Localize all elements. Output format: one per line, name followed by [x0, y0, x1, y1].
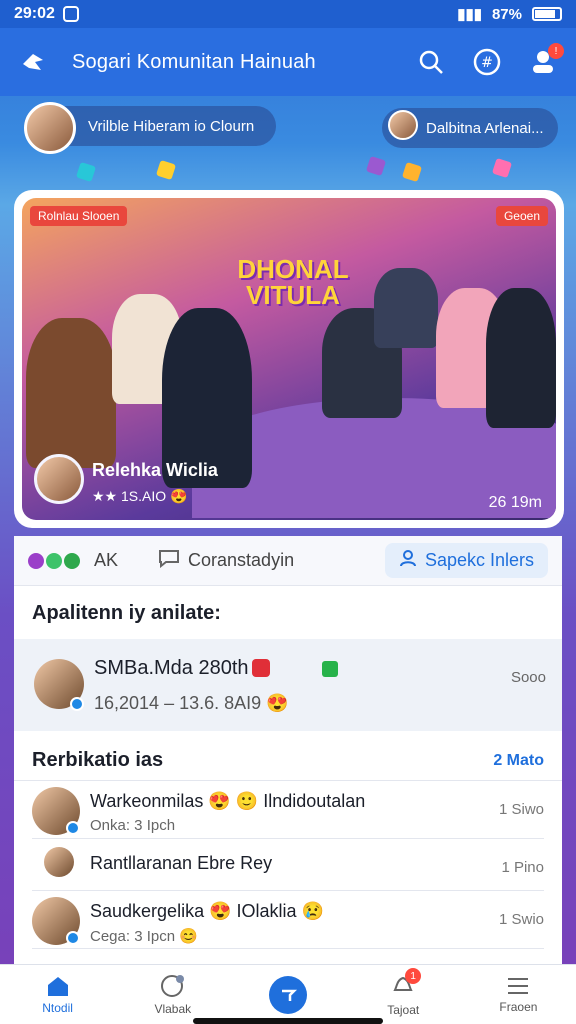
user-pill-label: Dalbitna Arlenai... — [426, 119, 544, 137]
nav-messages[interactable]: Vlabak — [115, 965, 230, 1024]
notifications-title: Rerbikatio ias — [32, 749, 164, 771]
chat-icon — [160, 974, 184, 997]
list-item[interactable]: Rantllaranan Ebre Rey 1 Pino — [32, 839, 544, 891]
feature-author-avatar[interactable] — [34, 454, 84, 504]
nav-notifications[interactable]: 1 Tajoat — [346, 965, 461, 1024]
bottom-nav: Ntodil Vlabak 1 Tajoat Fraoen — [0, 964, 576, 1024]
status-time: 29:02 — [14, 5, 55, 22]
see-more-link[interactable]: 2 Mato — [493, 752, 544, 770]
list-item[interactable]: Warkeonmilas 😍 🙂 Ilndidoutalan Onka: 3 I… — [32, 781, 544, 839]
app-title: Sogari Komunitan Hainuah — [72, 50, 316, 73]
tag-right: Geoen — [495, 206, 548, 226]
nav-messages-label: Vlabak — [154, 1001, 192, 1016]
battery-icon — [532, 7, 562, 21]
list-item-sub: Cega: 3 Ipcn 😊 — [90, 928, 198, 945]
create-icon — [269, 975, 307, 1014]
user-avatar[interactable] — [388, 110, 418, 140]
reactions-button[interactable]: AK — [28, 550, 118, 571]
feature-card[interactable]: Rolnlau Slooen Geoen DHONAL VITULA Releh… — [14, 190, 564, 528]
comment-label: Coranstadyin — [188, 550, 295, 570]
nav-home[interactable]: Ntodil — [0, 965, 115, 1024]
app-notification-icon — [62, 6, 79, 22]
list-item-name: Rantllaranan Ebre Rey — [90, 853, 273, 873]
user-icon — [399, 549, 417, 572]
verified-icon — [70, 697, 84, 711]
feature-time: 26 19m — [488, 494, 542, 511]
hashtag-icon[interactable]: # — [472, 47, 502, 77]
app-bar: Sogari Komunitan Hainuah # ! — [0, 28, 576, 96]
badge-icon — [322, 661, 338, 677]
list-item-time: 1 Swio — [498, 911, 544, 928]
menu-icon — [508, 977, 529, 994]
notifications-header: Rerbikatio ias 2 Mato — [14, 731, 562, 781]
reactions-label: AK — [94, 550, 119, 570]
home-indicator — [193, 1018, 383, 1024]
feature-image: Rolnlau Slooen Geoen DHONAL VITULA Releh… — [22, 198, 556, 520]
notification-badge: 1 — [405, 968, 422, 984]
activity-title: Apalitenn iy anilate: — [32, 602, 221, 624]
comment-button[interactable]: Coranstadyin — [158, 548, 294, 573]
feature-headline: DHONAL VITULA — [237, 254, 349, 310]
feature-caption: Relehka Wiclia — [92, 460, 218, 480]
svg-text:#: # — [481, 55, 493, 71]
decor-shape — [75, 161, 97, 183]
nav-create[interactable] — [230, 965, 345, 1024]
post-actions: AK Coranstadyin Sapekc Inlers — [14, 536, 562, 586]
verified-icon — [66, 821, 80, 835]
decor-shape — [155, 159, 177, 181]
nav-menu-label: Fraoen — [499, 999, 538, 1014]
share-button[interactable]: Sapekc Inlers — [384, 543, 548, 578]
comment-icon — [158, 548, 180, 573]
decor-shape — [491, 157, 513, 179]
tag-left: Rolnlau Slooen — [30, 206, 128, 226]
person-figure — [374, 268, 438, 348]
host-avatar[interactable] — [24, 102, 76, 154]
logo-icon[interactable] — [18, 47, 48, 77]
hero-strip: Vrilble Hiberam io Clourn Dalbitna Arlen… — [0, 96, 576, 196]
person-figure — [486, 288, 556, 428]
featured-activity-row[interactable]: SMBa.Mda 280th 16,2014 – 13.6. 8AI9 😍 So… — [14, 639, 562, 731]
verified-icon — [66, 931, 80, 945]
signal-icon: ▮▮▮ — [457, 6, 482, 23]
nav-home-label: Ntodil — [42, 1000, 73, 1015]
featured-name: SMBa.Mda 280th — [94, 657, 249, 679]
badge-icon — [252, 659, 270, 677]
nav-menu[interactable]: Fraoen — [461, 965, 576, 1024]
list-item[interactable]: Saudkergelika 😍 IOlaklia 😢 Cega: 3 Ipcn … — [32, 891, 544, 949]
search-icon[interactable] — [416, 47, 446, 77]
live-pill-label: Vrilble Hiberam io Clourn — [88, 117, 255, 135]
main-panel: AK Coranstadyin Sapekc Inlers Apalitenn … — [14, 536, 562, 964]
featured-side-label: Sooo — [510, 669, 546, 686]
person-figure — [26, 318, 116, 468]
home-icon — [47, 976, 68, 996]
list-item-time: 1 Pino — [501, 859, 544, 876]
list-item-name: Warkeonmilas 😍 🙂 Ilndidoutalan — [90, 791, 366, 811]
feature-rating: ★★ 1S.AIO 😍 — [92, 488, 188, 504]
battery-percent: 87% — [491, 5, 522, 23]
decor-shape — [365, 155, 387, 177]
nav-notifications-label: Tajoat — [387, 1003, 420, 1017]
list-item-time: 1 Siwo — [498, 801, 544, 818]
notification-badge: ! — [548, 43, 564, 59]
avatar — [44, 847, 74, 877]
decor-shape — [401, 161, 423, 183]
status-bar: 29:02 ▮▮▮ 87% — [0, 0, 576, 28]
list-item-sub: Onka: 3 Ipch — [90, 817, 176, 834]
featured-meta: 16,2014 – 13.6. 8AI9 😍 — [94, 693, 289, 713]
list-item-name: Saudkergelika 😍 IOlaklia 😢 — [90, 901, 324, 921]
share-label: Sapekc Inlers — [424, 550, 534, 570]
profile-notification-icon[interactable]: ! — [528, 43, 564, 77]
reaction-icons — [28, 552, 80, 569]
